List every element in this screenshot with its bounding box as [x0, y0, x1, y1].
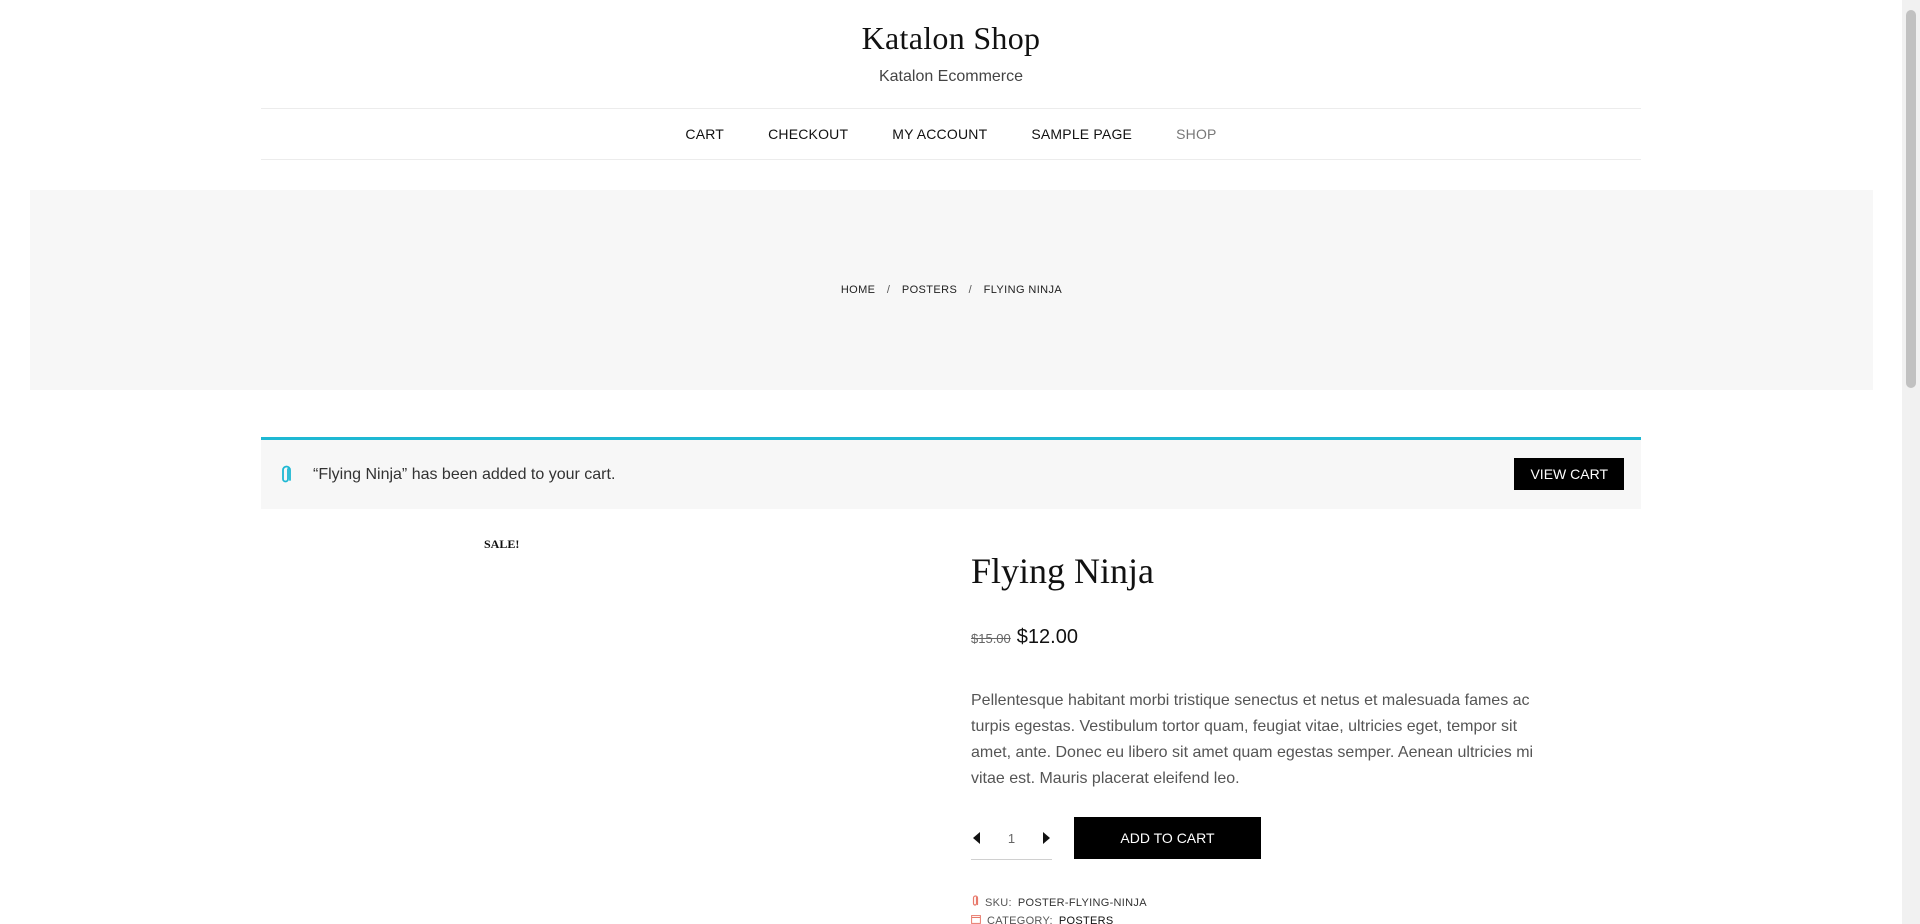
sale-price: $12.00 — [1016, 626, 1078, 648]
site-title[interactable]: Katalon Shop — [0, 20, 1902, 57]
product-price: $15.00 $12.00 — [971, 626, 1078, 649]
category-label: CATEGORY: — [987, 914, 1053, 924]
breadcrumb-banner: HOME / POSTERS / FLYING NINJA — [30, 190, 1873, 390]
nav-item-checkout[interactable]: CHECKOUT — [746, 126, 870, 142]
folder-icon — [971, 914, 981, 924]
page: Katalon Shop Katalon Ecommerce CART CHEC… — [0, 0, 1902, 924]
breadcrumb-separator: / — [886, 284, 891, 296]
page-scrollbar[interactable] — [1902, 0, 1920, 924]
decrease-quantity-icon[interactable] — [971, 830, 983, 846]
breadcrumb-current: FLYING NINJA — [983, 284, 1063, 296]
category-link[interactable]: POSTERS — [1059, 915, 1114, 924]
sale-badge: SALE! — [484, 537, 520, 551]
notice-message: “Flying Ninja” has been added to your ca… — [313, 465, 616, 483]
nav-item-my-account[interactable]: MY ACCOUNT — [870, 126, 1009, 142]
sku-label: SKU: — [985, 896, 1012, 909]
product-title: Flying Ninja — [971, 551, 1155, 591]
breadcrumb-home[interactable]: HOME — [841, 284, 876, 296]
sku-value: POSTER-FLYING-NINJA — [1017, 896, 1147, 909]
nav-item-sample-page[interactable]: SAMPLE PAGE — [1009, 126, 1154, 142]
old-price: $15.00 — [971, 631, 1011, 646]
breadcrumb-separator: / — [968, 284, 973, 296]
nav-item-shop[interactable]: SHOP — [1154, 126, 1238, 142]
breadcrumb-category[interactable]: POSTERS — [902, 284, 957, 296]
add-to-cart-button[interactable]: ADD TO CART — [1074, 817, 1261, 859]
cart-notice: “Flying Ninja” has been added to your ca… — [261, 437, 1641, 509]
nav-item-cart[interactable]: CART — [663, 126, 746, 142]
view-cart-button[interactable]: VIEW CART — [1514, 458, 1624, 490]
site-tagline: Katalon Ecommerce — [878, 68, 1024, 85]
product-description: Pellentesque habitant morbi tristique se… — [971, 692, 1534, 787]
scrollbar-thumb[interactable] — [1906, 10, 1916, 388]
sku-row: SKU: POSTER-FLYING-NINJA — [971, 895, 1147, 910]
paperclip-icon — [971, 895, 979, 910]
increase-quantity-icon[interactable] — [1040, 830, 1052, 846]
paperclip-icon — [279, 465, 293, 485]
quantity-input[interactable]: 1 — [1008, 831, 1015, 846]
breadcrumb: HOME / POSTERS / FLYING NINJA — [841, 284, 1062, 296]
quantity-stepper: 1 — [971, 817, 1052, 860]
category-row: CATEGORY: POSTERS — [971, 914, 1114, 924]
main-nav: CART CHECKOUT MY ACCOUNT SAMPLE PAGE SHO… — [261, 108, 1641, 160]
